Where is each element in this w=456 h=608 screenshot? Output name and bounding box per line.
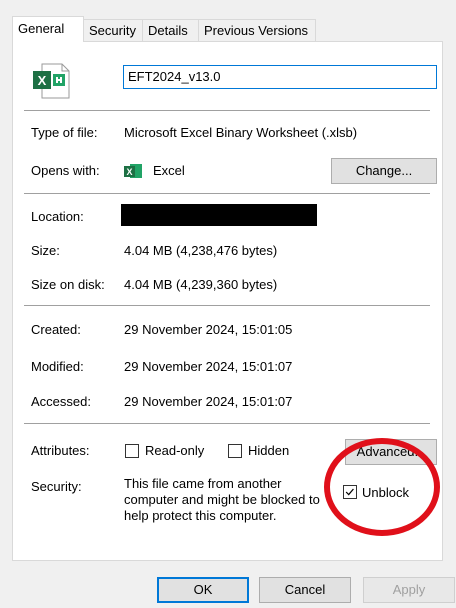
type-of-file-label: Type of file:	[31, 125, 98, 140]
security-label: Security:	[31, 479, 82, 494]
advanced-button[interactable]: Advanced...	[345, 439, 437, 465]
separator	[24, 423, 430, 425]
security-text: This file came from another computer and…	[124, 476, 320, 524]
unblock-checkbox[interactable]	[343, 485, 357, 499]
change-button[interactable]: Change...	[331, 158, 437, 184]
security-text-line: help protect this computer.	[124, 508, 277, 523]
tab-previous-versions[interactable]: Previous Versions	[198, 19, 316, 41]
hidden-checkbox[interactable]	[228, 444, 242, 458]
separator	[24, 305, 430, 307]
location-value-redacted	[121, 204, 317, 226]
modified-label: Modified:	[31, 359, 84, 374]
accessed-value: 29 November 2024, 15:01:07	[124, 394, 293, 409]
excel-icon: X	[33, 63, 70, 99]
tab-security[interactable]: Security	[83, 19, 143, 41]
apply-button[interactable]: Apply	[363, 577, 455, 603]
svg-text:X: X	[126, 167, 132, 177]
tab-details[interactable]: Details	[142, 19, 199, 41]
excel-app-icon: X	[124, 164, 142, 178]
location-label: Location:	[31, 209, 84, 224]
checkmark-icon	[345, 488, 354, 496]
created-value: 29 November 2024, 15:01:05	[124, 322, 293, 337]
opens-with-value: Excel	[153, 163, 185, 178]
modified-value: 29 November 2024, 15:01:07	[124, 359, 293, 374]
created-label: Created:	[31, 322, 81, 337]
accessed-label: Accessed:	[31, 394, 91, 409]
separator	[24, 110, 430, 112]
svg-text:X: X	[38, 73, 47, 88]
type-of-file-value: Microsoft Excel Binary Worksheet (.xlsb)	[124, 125, 358, 140]
hidden-label[interactable]: Hidden	[248, 443, 289, 458]
attributes-label: Attributes:	[31, 443, 90, 458]
security-text-line: computer and might be blocked to	[124, 492, 320, 507]
security-text-line: This file came from another	[124, 476, 282, 491]
readonly-checkbox[interactable]	[125, 444, 139, 458]
ok-button[interactable]: OK	[157, 577, 249, 603]
separator	[24, 193, 430, 195]
cancel-button[interactable]: Cancel	[259, 577, 351, 603]
unblock-label[interactable]: Unblock	[362, 485, 409, 500]
opens-with-label: Opens with:	[31, 163, 100, 178]
size-label: Size:	[31, 243, 60, 258]
size-on-disk-label: Size on disk:	[31, 277, 105, 292]
file-name-input[interactable]: EFT2024_v13.0	[123, 65, 437, 89]
readonly-label[interactable]: Read-only	[145, 443, 204, 458]
size-value: 4.04 MB (4,238,476 bytes)	[124, 243, 278, 258]
size-on-disk-value: 4.04 MB (4,239,360 bytes)	[124, 277, 278, 292]
tab-general[interactable]: General	[12, 16, 84, 42]
